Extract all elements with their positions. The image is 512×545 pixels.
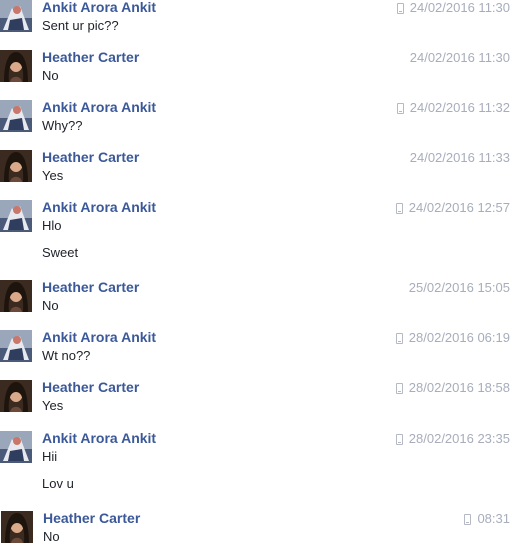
message-text: Yes (42, 168, 64, 183)
timestamp: 24/02/2016 11:32 (396, 100, 510, 116)
timestamp-text: 08:31 (477, 511, 510, 526)
timestamp-text: 24/02/2016 11:30 (409, 50, 510, 65)
sender-name[interactable]: Heather Carter (42, 279, 139, 295)
mobile-phone-icon (395, 382, 403, 394)
sender-name[interactable]: Heather Carter (42, 379, 139, 395)
timestamp: 28/02/2016 18:58 (395, 380, 510, 396)
timestamp: 24/02/2016 11:30 (410, 50, 510, 66)
message-text: No (42, 298, 59, 313)
avatar-heather[interactable] (1, 511, 33, 543)
timestamp-text: 28/02/2016 06:19 (408, 330, 510, 345)
message-text: Hlo (42, 218, 62, 233)
sender-name[interactable]: Heather Carter (43, 510, 140, 526)
avatar-ankit[interactable] (0, 200, 32, 232)
avatar-heather[interactable] (0, 150, 32, 182)
timestamp: 24/02/2016 11:30 (396, 0, 510, 16)
mobile-phone-icon (464, 513, 472, 525)
sender-name[interactable]: Ankit Arora Ankit (42, 0, 156, 15)
message-text: Yes (42, 398, 64, 413)
sender-name[interactable]: Ankit Arora Ankit (42, 199, 156, 215)
timestamp: 24/02/2016 12:57 (395, 200, 510, 216)
avatar-ankit[interactable] (0, 330, 32, 362)
avatar-heather[interactable] (0, 280, 32, 312)
message-text: Wt no?? (42, 348, 91, 363)
sender-name[interactable]: Heather Carter (42, 149, 139, 165)
mobile-phone-icon (396, 2, 404, 14)
sender-name[interactable]: Ankit Arora Ankit (42, 99, 156, 115)
timestamp-text: 24/02/2016 11:32 (409, 100, 510, 115)
timestamp-text: 24/02/2016 12:57 (408, 200, 510, 215)
mobile-phone-icon (395, 332, 403, 344)
timestamp-text: 25/02/2016 15:05 (408, 280, 510, 295)
message-text: Lov u (42, 476, 74, 491)
timestamp: 25/02/2016 15:05 (409, 280, 510, 296)
avatar-ankit[interactable] (0, 0, 32, 32)
sender-name[interactable]: Heather Carter (42, 49, 139, 65)
timestamp-text: 28/02/2016 18:58 (408, 380, 510, 395)
mobile-phone-icon (395, 433, 403, 445)
timestamp: 24/02/2016 11:33 (410, 150, 510, 166)
timestamp: 28/02/2016 23:35 (395, 431, 510, 447)
timestamp: 28/02/2016 06:19 (395, 330, 510, 346)
sender-name[interactable]: Ankit Arora Ankit (42, 329, 156, 345)
avatar-ankit[interactable] (0, 431, 32, 463)
timestamp-text: 28/02/2016 23:35 (408, 431, 510, 446)
message-text: Hii (42, 449, 58, 464)
mobile-phone-icon (395, 202, 403, 214)
sender-name[interactable]: Ankit Arora Ankit (42, 430, 156, 446)
avatar-heather[interactable] (0, 380, 32, 412)
message-text: Why?? (42, 118, 83, 133)
message-text: Sweet (42, 245, 79, 260)
avatar-heather[interactable] (0, 50, 32, 82)
message-thread: Ankit Arora Ankit 24/02/2016 11:30 Sent … (0, 0, 512, 544)
avatar-ankit[interactable] (0, 100, 32, 132)
message-text: No (42, 68, 59, 83)
mobile-phone-icon (396, 102, 404, 114)
timestamp-text: 24/02/2016 11:30 (409, 0, 510, 15)
message-text: Sent ur pic?? (42, 18, 119, 33)
timestamp-text: 24/02/2016 11:33 (409, 150, 510, 165)
timestamp: 08:31 (464, 511, 510, 527)
